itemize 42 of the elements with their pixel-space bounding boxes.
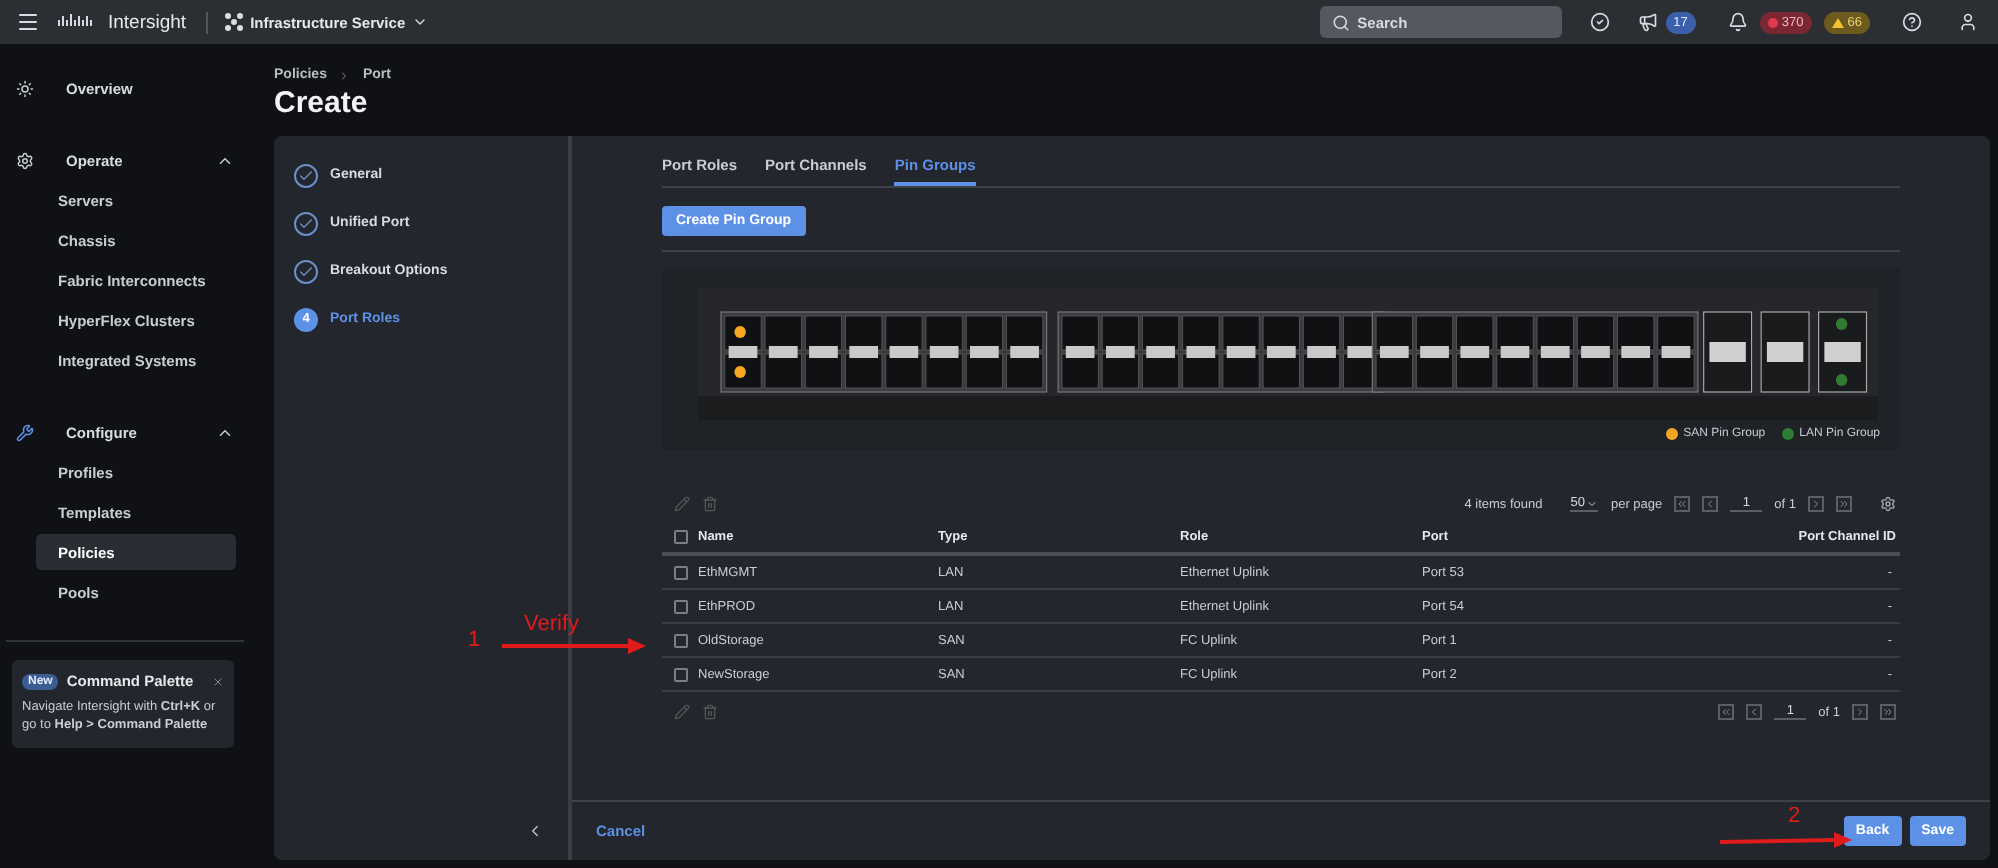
annotation-label: Verify (524, 612, 580, 636)
logo-icon (56, 13, 92, 31)
network-icon (224, 12, 245, 32)
chevron-down-icon (411, 14, 428, 30)
check-circle-icon[interactable] (1589, 12, 1610, 32)
chevron-left-icon[interactable] (526, 822, 544, 840)
settings-icon[interactable] (1880, 496, 1896, 512)
first-page-button[interactable] (1674, 496, 1691, 512)
annotation-arrow (502, 638, 646, 654)
annotation-number: 2 (1788, 804, 1801, 828)
checkbox[interactable] (674, 667, 688, 681)
checkbox[interactable] (674, 530, 688, 544)
last-page-button[interactable] (1836, 496, 1852, 512)
last-page-button[interactable] (1880, 704, 1896, 720)
megaphone-icon[interactable] (1637, 12, 1658, 32)
trash-icon[interactable] (702, 496, 718, 512)
checkbox[interactable] (674, 599, 688, 613)
pencil-icon[interactable] (674, 496, 690, 512)
bell-icon[interactable] (1727, 12, 1748, 32)
prev-page-button[interactable] (1746, 704, 1763, 720)
menu-icon[interactable] (16, 10, 40, 34)
page-title: Create (274, 86, 370, 120)
close-icon[interactable] (212, 675, 224, 687)
search-icon (1331, 13, 1350, 31)
gear-icon (16, 151, 34, 169)
next-page-button[interactable] (1852, 704, 1868, 720)
prev-page-button[interactable] (1702, 496, 1719, 512)
chevron-right-icon (338, 69, 351, 81)
first-page-button[interactable] (1718, 704, 1735, 720)
checkbox[interactable] (674, 633, 688, 647)
trash-icon[interactable] (702, 704, 718, 720)
annotation-arrow (1720, 832, 1852, 848)
next-page-button[interactable] (1808, 496, 1824, 512)
product-name: Intersight (108, 11, 209, 33)
help-icon[interactable] (1902, 12, 1922, 32)
annotation-number: 1 (468, 628, 481, 652)
sun-icon (16, 79, 34, 97)
pencil-icon[interactable] (674, 704, 690, 720)
wrench-icon (16, 423, 34, 441)
chevron-down-icon (1586, 497, 1599, 509)
checkbox[interactable] (674, 565, 688, 579)
user-icon[interactable] (1958, 12, 1978, 32)
